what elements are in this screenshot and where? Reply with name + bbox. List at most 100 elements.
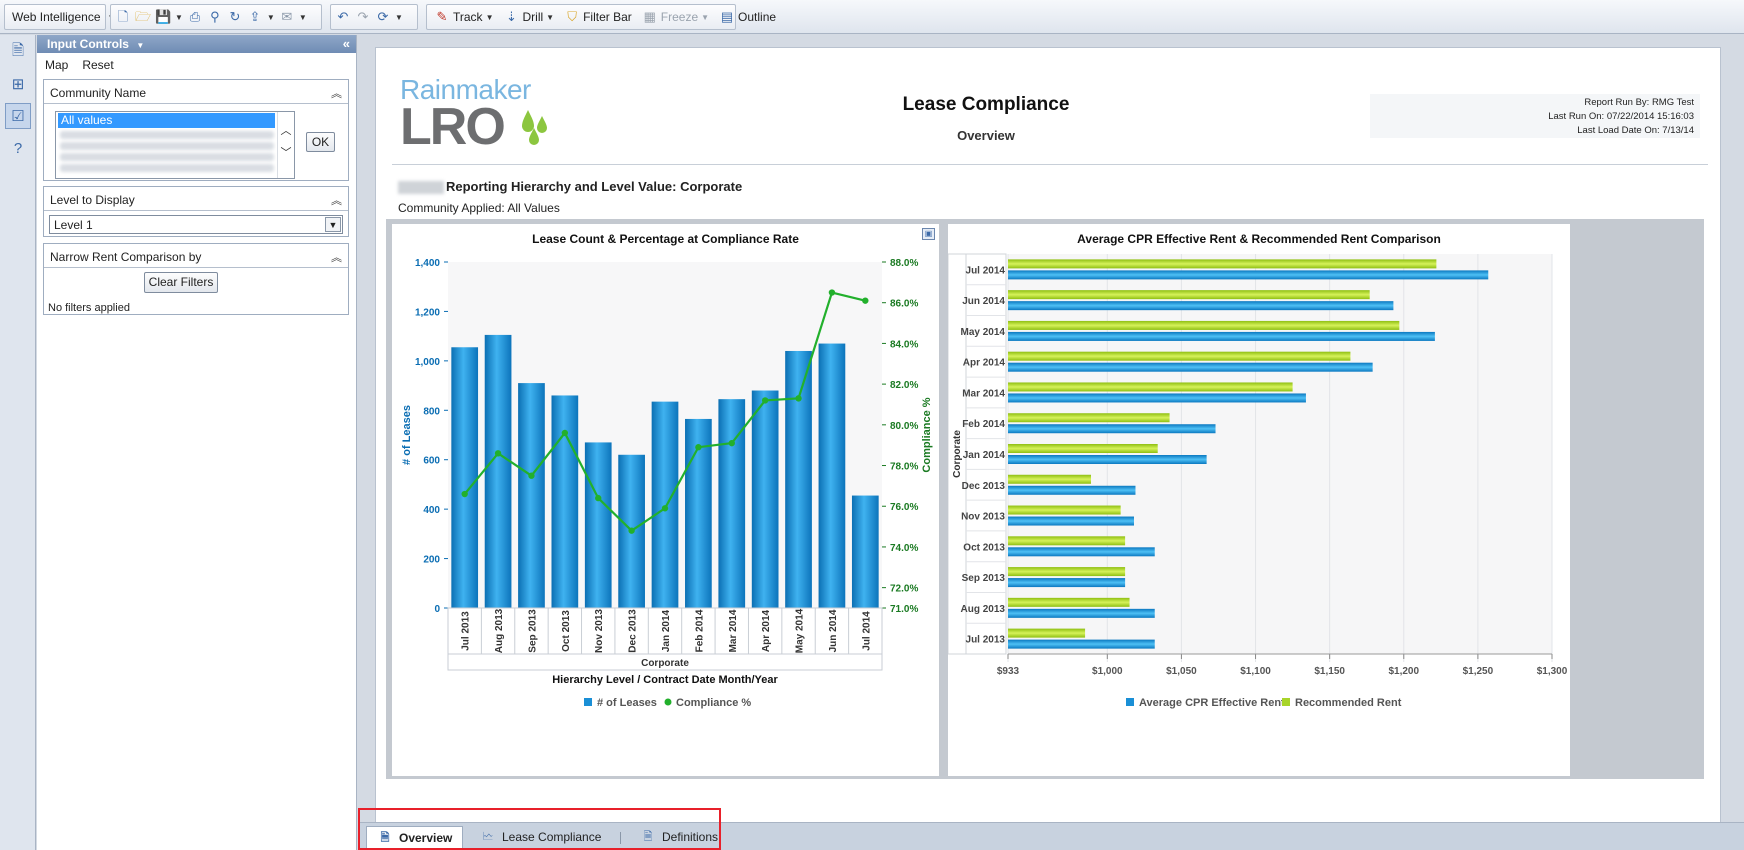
ok-button[interactable]: OK [306,132,335,152]
x-tick-label: Aug 2013 [494,608,505,653]
bar [1008,424,1216,434]
input-controls-header[interactable]: Input Controls ▼ « [37,35,356,53]
line-point [862,297,869,304]
help-icon[interactable]: ? [5,135,31,161]
lease-count-chart: 0 200 400 600 800 1,000 1,200 1,400 71.0% 72.0% 74… [401,258,933,709]
droplets-icon [522,110,547,145]
legend-swatch [1282,698,1290,706]
y-tick-label: 1,400 [415,258,440,269]
freeze-button[interactable]: ▦ Freeze ▼ [639,6,712,28]
report-tabs: 🗎 Overview 🗠 Lease Compliance 🗎 Definiti… [358,822,1744,850]
y-tick-label: May 2014 [961,327,1006,338]
listbox-scrollbar[interactable]: ︿ ﹀ [277,112,294,178]
legend-swatch [1126,698,1134,706]
y-tick-label: Sep 2013 [962,573,1006,584]
y2-tick-label: 74.0% [890,543,918,554]
history-icon[interactable]: ↻ [227,9,243,25]
community-listbox[interactable]: All values ︿ ﹀ [55,111,295,179]
community-option-redacted[interactable] [60,131,274,139]
tab-lease-compliance[interactable]: 🗠 Lease Compliance [470,826,611,848]
outline-button[interactable]: ▤ Outline [716,6,779,28]
y-tick-label: 600 [423,456,440,467]
legend-label: # of Leases [597,697,657,709]
narrow-rent-title: Narrow Rent Comparison by ︽ [44,244,348,268]
track-button[interactable]: ✎ Track ▼ [431,6,496,28]
map-menu-item[interactable]: Map [45,58,68,77]
refresh-icon[interactable]: ⟳ [375,9,391,25]
collapse-panel-icon[interactable]: « [343,36,350,51]
plot-area [1008,254,1552,654]
line-point [461,490,468,498]
collapse-control-icon[interactable]: ︽ [331,192,342,208]
export-icon[interactable]: ⇪ [247,9,263,25]
report-title: Lease Compliance [902,94,1070,115]
bar [1008,567,1126,577]
refresh-dropdown-icon[interactable]: ▼ [395,13,403,22]
main-toolbar: Web Intelligence ▼ 🗋 🗁 💾 ▼ ⎙ ⚲ ↻ ⇪ ▼ ✉ ▼… [0,0,1744,34]
document-summary-icon[interactable]: 🗎 [5,39,31,65]
x-tick-label: Jun 2014 [828,609,839,652]
save-icon[interactable]: 💾 [155,9,171,25]
email-dropdown-icon[interactable]: ▼ [299,13,307,22]
line-point [595,494,602,502]
new-document-icon[interactable]: 🗋 [115,9,131,25]
line-point [528,472,535,479]
y-tick-label: Apr 2014 [963,358,1006,369]
bar [1008,351,1351,361]
drill-button[interactable]: ⇣ Drill ▼ [500,6,557,28]
bar [1008,301,1394,311]
find-icon[interactable]: ⚲ [207,9,223,25]
community-option-selected[interactable]: All values [58,113,275,128]
bar [1008,444,1158,453]
chart-menu-icon[interactable]: ▣ [922,228,935,240]
input-controls-icon[interactable]: ☑ [5,103,31,129]
app-menu-label: Web Intelligence [12,10,101,24]
rent-comparison-chart: $933 $1,000 $1,050 $1,100 $1,150 $1,200 $1,250… [947,253,1568,709]
chevron-down-icon[interactable]: ▼ [325,217,341,232]
x-tick-label: Apr 2014 [761,609,772,652]
save-dropdown-icon[interactable]: ▼ [175,13,183,22]
reset-menu-item[interactable]: Reset [82,58,113,77]
y2-tick-label: 72.0% [890,584,918,595]
bar [1008,516,1134,526]
bar [1008,320,1400,330]
navigation-map-icon[interactable]: ⊞ [5,71,31,97]
bar [1008,547,1155,557]
community-option-redacted[interactable] [60,153,274,161]
bar [1008,331,1435,341]
email-icon[interactable]: ✉ [279,9,295,25]
y-tick-label: 1,000 [415,357,440,368]
redo-icon[interactable]: ↷ [355,9,371,25]
community-name-title: Community Name ︽ [44,80,348,104]
collapse-control-icon[interactable]: ︽ [331,249,342,265]
scroll-up-icon[interactable]: ︿ [278,122,294,138]
line-point [828,289,836,296]
collapse-control-icon[interactable]: ︽ [331,85,342,101]
bar [584,442,612,608]
app-menu[interactable]: Web Intelligence ▼ [4,4,115,30]
tab-definitions[interactable]: 🗎 Definitions [630,826,728,848]
level-select[interactable]: Level 1 ▼ [49,215,343,234]
tab-overview[interactable]: 🗎 Overview [366,826,464,848]
logo-bottom-text: LRO [400,101,570,153]
x-tick-label: Jul 2014 [861,611,872,651]
filter-bar-button[interactable]: ⛉ Filter Bar [561,6,635,28]
undo-icon[interactable]: ↶ [335,9,351,25]
bar [1008,536,1126,546]
bar [851,495,879,608]
clear-filters-button[interactable]: Clear Filters [144,272,218,293]
header-divider [392,164,1708,165]
group-label: Corporate [641,658,689,669]
open-folder-icon[interactable]: 🗁 [135,9,151,25]
scroll-down-icon[interactable]: ﹀ [278,144,294,160]
community-option-redacted[interactable] [60,164,274,172]
print-icon[interactable]: ⎙ [187,9,203,25]
community-option-redacted[interactable] [60,142,274,150]
report-page-icon: 🗎 [380,831,390,844]
x-tick-label: May 2014 [795,608,806,653]
x-tick-label: $1,300 [1537,666,1568,677]
bar [1008,597,1130,607]
tab-lease-compliance-label: Lease Compliance [502,830,602,844]
export-dropdown-icon[interactable]: ▼ [267,13,275,22]
y-tick-label: 200 [423,555,440,566]
